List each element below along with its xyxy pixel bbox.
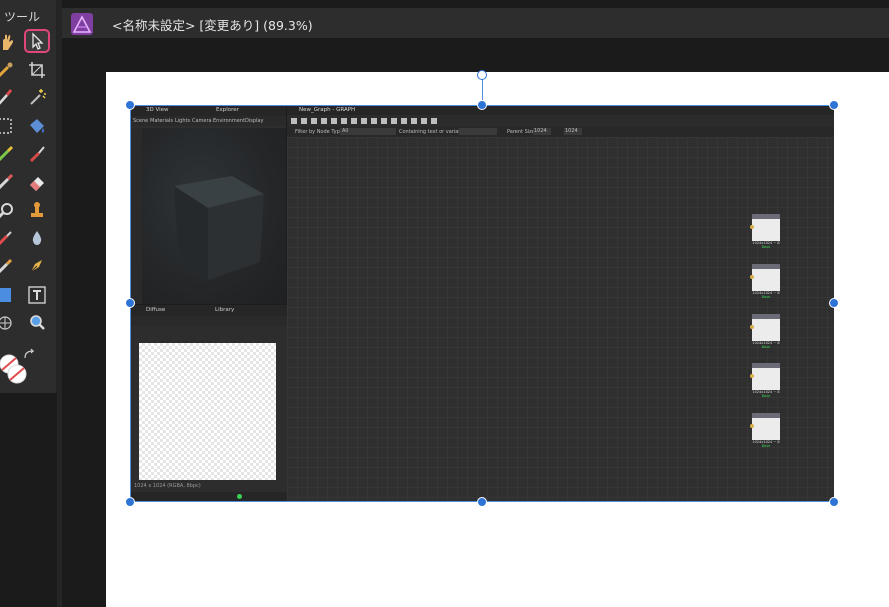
embedded-3d-sidebar: [131, 128, 142, 304]
tab-explorer: Explorer: [216, 107, 239, 113]
handle-middle-left[interactable]: [125, 298, 135, 308]
zoom-icon[interactable]: [24, 311, 50, 335]
menu-lights: Lights: [175, 118, 191, 124]
embedded-3d-view-panel: 3D View Explorer Scene Materials Lights …: [131, 106, 287, 304]
filter-select: All: [340, 128, 396, 135]
text-tool-icon[interactable]: [24, 283, 50, 307]
brush-icon[interactable]: [0, 85, 18, 109]
handle-bottom-right[interactable]: [829, 497, 839, 507]
fill-bucket-icon[interactable]: [24, 114, 50, 138]
handle-top-left[interactable]: [125, 100, 135, 110]
pencil-icon[interactable]: [0, 226, 18, 250]
handle-top-right[interactable]: [829, 100, 839, 110]
cube-render-icon: [174, 176, 264, 280]
eraser-icon[interactable]: [24, 170, 50, 194]
filter-label: Filter by Node Type: [295, 129, 343, 135]
graph-node: 1024x1024 ~ 8 Base: [750, 363, 780, 398]
containing-input: [459, 128, 497, 135]
embedded-graph-toolbar: [287, 115, 834, 127]
tools-panel: ツール: [0, 0, 57, 393]
tab-3d-view: 3D View: [146, 107, 169, 113]
placed-image[interactable]: 3D View Explorer Scene Materials Lights …: [130, 105, 834, 502]
affinity-app: <名称未設定> [変更あり] (89.3%) ツール 3D View Explo…: [0, 0, 889, 607]
embedded-2d-bottom-bar: [131, 492, 287, 501]
mesh-warp-icon[interactable]: [0, 311, 18, 335]
brush-red-icon[interactable]: [0, 254, 18, 278]
rectangle-shape-icon[interactable]: [0, 283, 18, 307]
brush-alt-icon[interactable]: [24, 142, 50, 166]
embedded-2d-tabs: Diffuse Library: [131, 305, 287, 316]
pipette-icon[interactable]: [0, 58, 18, 82]
marquee-select-icon[interactable]: [0, 114, 18, 138]
menu-scene: Scene: [133, 118, 149, 124]
tab-library: Library: [215, 307, 235, 313]
menu-display: Display: [245, 118, 264, 124]
smudge-icon[interactable]: [0, 199, 18, 223]
graph-title: New_Graph - GRAPH: [299, 107, 356, 113]
embedded-graph-filter-bar: Filter by Node Type All Containing text …: [287, 127, 834, 137]
embedded-graph-canvas: 1024x1024 ~ 8 Base 1024x1024 ~ 8 Base 10…: [287, 137, 834, 501]
embedded-2d-view-panel: Diffuse Library 1024 x 1024 (RGBA, 8bpc): [131, 304, 287, 501]
graph-node: 1024x1024 ~ 8 Base: [750, 413, 780, 448]
graph-node: 1024x1024 ~ 8 Base: [750, 314, 780, 349]
magic-wand-icon[interactable]: [24, 85, 50, 109]
title-bar: <名称未設定> [変更あり] (89.3%): [62, 8, 889, 38]
embedded-graph-title-bar: New_Graph - GRAPH: [287, 106, 834, 115]
menu-environment: Environment: [213, 118, 245, 124]
tab-diffuse: Diffuse: [146, 307, 166, 313]
graph-node: 1024x1024 ~ 8 Base: [750, 214, 780, 249]
menu-camera: Camera: [192, 118, 212, 124]
document-title: <名称未設定> [変更あり] (89.3%): [112, 18, 313, 33]
parent-size-select: 1024: [533, 128, 551, 135]
embedded-3d-tabs: 3D View Explorer: [131, 106, 286, 116]
pen-nib-icon[interactable]: [24, 254, 50, 278]
embedded-2d-toolbar: [131, 316, 287, 326]
embedded-graph-panel: New_Graph - GRAPH Filter by Node Type Al…: [287, 106, 834, 501]
embedded-3d-menu: Scene Materials Lights Camera Environmen…: [131, 116, 286, 126]
blur-drop-icon[interactable]: [24, 226, 50, 250]
size-select: 1024: [564, 128, 582, 135]
move-pointer-icon[interactable]: [24, 29, 50, 53]
texture-preview: [139, 343, 276, 480]
handle-middle-right[interactable]: [829, 298, 839, 308]
menu-materials: Materials: [150, 118, 173, 124]
status-dot-icon: [237, 494, 242, 499]
parent-size-label: Parent Size: [507, 129, 535, 135]
tools-panel-title: ツール: [4, 10, 41, 24]
embedded-3d-viewport: [142, 128, 286, 304]
graph-toolbar-icons: [291, 118, 437, 124]
hand-icon[interactable]: [0, 30, 20, 54]
swap-colors-icon[interactable]: [22, 348, 38, 362]
dodge-icon[interactable]: [0, 170, 18, 194]
rotation-handle[interactable]: [477, 70, 487, 80]
graph-node: 1024x1024 ~ 8 Base: [750, 264, 780, 299]
handle-bottom-left[interactable]: [125, 497, 135, 507]
texture-info: 1024 x 1024 (RGBA, 8bpc): [134, 483, 201, 489]
handle-top-center[interactable]: [477, 100, 487, 110]
affinity-logo-icon: [71, 13, 93, 35]
paint-brush-icon[interactable]: [0, 142, 18, 166]
containing-label: Containing text or variable: [399, 129, 466, 135]
clone-stamp-icon[interactable]: [24, 199, 50, 223]
handle-bottom-center[interactable]: [477, 497, 487, 507]
crop-icon[interactable]: [24, 58, 50, 82]
